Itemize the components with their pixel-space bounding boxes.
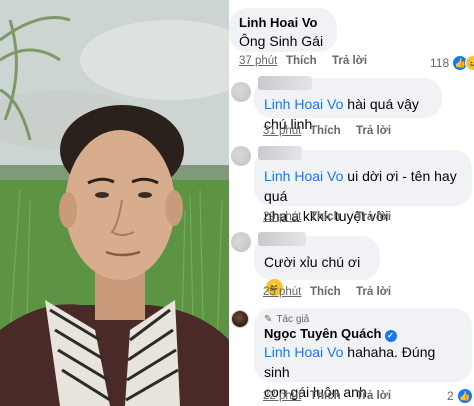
reply-button[interactable]: Trả lời <box>356 390 391 402</box>
avatar[interactable] <box>231 310 249 328</box>
haha-icon: 😆 <box>465 55 474 71</box>
like-button[interactable]: Thích <box>310 390 356 402</box>
comment-time[interactable]: 25 phút <box>263 286 310 298</box>
comment-time[interactable]: 22 phút <box>263 390 310 402</box>
like-icon: 👍 <box>456 388 473 404</box>
comment-author[interactable]: Linh Hoai Vo <box>239 15 327 31</box>
pen-icon: ✎ <box>264 314 273 325</box>
reaction-summary[interactable]: 118 👍 😆 <box>430 55 474 71</box>
mention-link[interactable]: Linh Hoai Vo <box>264 344 343 360</box>
comment-time[interactable]: 31 phút <box>263 125 310 137</box>
photo-illustration <box>0 0 229 406</box>
blurred-author-name <box>258 76 312 90</box>
avatar[interactable] <box>231 146 251 166</box>
reply-button[interactable]: Trả lời <box>356 211 391 223</box>
blurred-author-name <box>258 232 306 246</box>
comment-meta: 37 phút Thích Trả lời <box>239 55 367 67</box>
reaction-count: 118 <box>430 56 450 70</box>
comment-text: Linh Hoai Vo ui dời ơi - tên hay quá <box>264 168 457 204</box>
comment-bubble: Linh Hoai Vo hài quá vậy chú linh <box>254 76 442 132</box>
like-button[interactable]: Thích <box>310 125 356 137</box>
comment-meta: 29 phút Thích Trả lời <box>263 211 391 223</box>
comment-time[interactable]: 37 phút <box>239 55 286 67</box>
comment-meta: 22 phút Thích Trả lời <box>263 390 391 402</box>
comments-panel: Linh Hoai Vo Ông Sinh Gái 37 phút Thích … <box>229 0 474 406</box>
comment-bubble: ✎ Tác giả Ngọc Tuyên Quách ✓ Linh Hoai Vo… <box>254 308 472 400</box>
comment-bubble: Cười xỉu chú ơi 😆 <box>254 232 380 296</box>
reaction-summary[interactable]: 2 👍 <box>447 388 473 404</box>
reply-button[interactable]: Trả lời <box>332 55 367 67</box>
comment-time[interactable]: 29 phút <box>263 211 310 223</box>
mention-link[interactable]: Linh Hoai Vo <box>264 168 343 184</box>
like-button[interactable]: Thích <box>310 286 356 298</box>
reply-button[interactable]: Trả lời <box>356 286 391 298</box>
author-badge: ✎ Tác giả <box>264 314 310 325</box>
reaction-count: 2 <box>447 389 454 403</box>
reply-button[interactable]: Trả lời <box>356 125 391 137</box>
verified-icon: ✓ <box>384 330 397 342</box>
comment-meta: 25 phút Thích Trả lời <box>263 286 391 298</box>
avatar[interactable] <box>231 232 251 252</box>
blurred-author-name <box>258 146 302 160</box>
comment-text: Ông Sinh Gái <box>239 33 324 49</box>
profile-photo <box>0 0 229 406</box>
comment-author[interactable]: Ngọc Tuyên Quách ✓ <box>264 326 462 342</box>
like-button[interactable]: Thích <box>286 55 332 67</box>
comment-bubble: Linh Hoai Vo ui dời ơi - tên hay quá nha… <box>254 146 472 224</box>
avatar[interactable] <box>231 82 251 102</box>
comment-text: Linh Hoai Vo hahaha. Đúng sinh <box>264 344 436 380</box>
mention-link[interactable]: Linh Hoai Vo <box>264 96 343 112</box>
comment-meta: 31 phút Thích Trả lời <box>263 125 391 137</box>
like-button[interactable]: Thích <box>310 211 356 223</box>
comment-bubble: Linh Hoai Vo Ông Sinh Gái <box>229 8 337 52</box>
